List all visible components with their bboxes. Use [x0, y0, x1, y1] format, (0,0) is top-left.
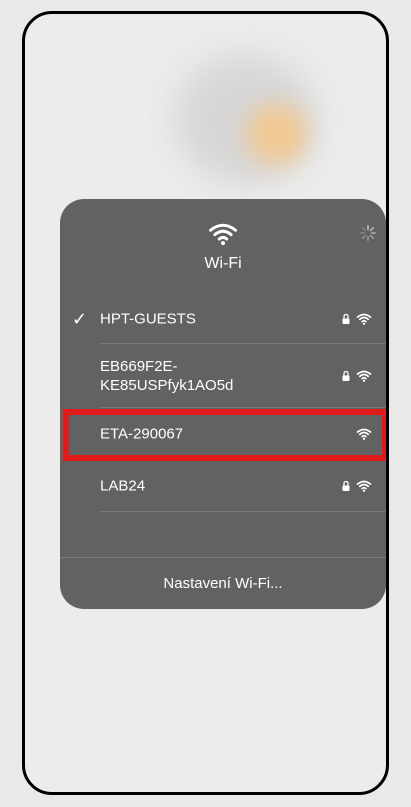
- network-row-eta-290067[interactable]: ETA-290067: [60, 408, 386, 460]
- checkmark-icon: ✓: [72, 309, 88, 329]
- wifi-icon: [209, 223, 237, 246]
- network-name: HPT-GUESTS: [100, 310, 196, 328]
- wifi-settings-button[interactable]: Nastavení Wi-Fi...: [60, 558, 386, 609]
- network-name: ETA-290067: [100, 425, 184, 443]
- lock-icon: [342, 313, 350, 324]
- network-row-lab24[interactable]: LAB24: [60, 460, 386, 512]
- network-name: EB669F2E- KE85USPfyk1AO5d: [100, 358, 234, 394]
- wifi-panel: Wi-Fi ✓ HPT-GUESTS EB669F2E- KE85USPfyk1…: [60, 199, 386, 609]
- wifi-icon: [356, 370, 372, 382]
- blurred-background-accent: [247, 104, 307, 164]
- lock-icon: [342, 480, 350, 491]
- network-status-icons: [342, 480, 372, 493]
- wifi-icon: [356, 428, 372, 440]
- wifi-icon: [356, 313, 372, 325]
- network-list: ✓ HPT-GUESTS EB669F2E- KE85USPfyk1AO5d E…: [60, 294, 386, 567]
- network-status-icons: [356, 428, 372, 441]
- network-row-eb669f2e[interactable]: EB669F2E- KE85USPfyk1AO5d: [60, 344, 386, 408]
- network-name: LAB24: [100, 477, 146, 495]
- phone-frame: Wi-Fi ✓ HPT-GUESTS EB669F2E- KE85USPfyk1…: [22, 11, 389, 795]
- wifi-panel-footer: Nastavení Wi-Fi...: [60, 557, 386, 609]
- network-row-hpt-guests[interactable]: ✓ HPT-GUESTS: [60, 294, 386, 344]
- wifi-panel-header: Wi-Fi: [60, 199, 386, 294]
- spinner-icon: [359, 224, 377, 242]
- network-status-icons: [342, 370, 372, 383]
- wifi-icon: [356, 480, 372, 492]
- network-status-icons: [342, 313, 372, 326]
- lock-icon: [342, 370, 350, 381]
- panel-title: Wi-Fi: [204, 255, 242, 272]
